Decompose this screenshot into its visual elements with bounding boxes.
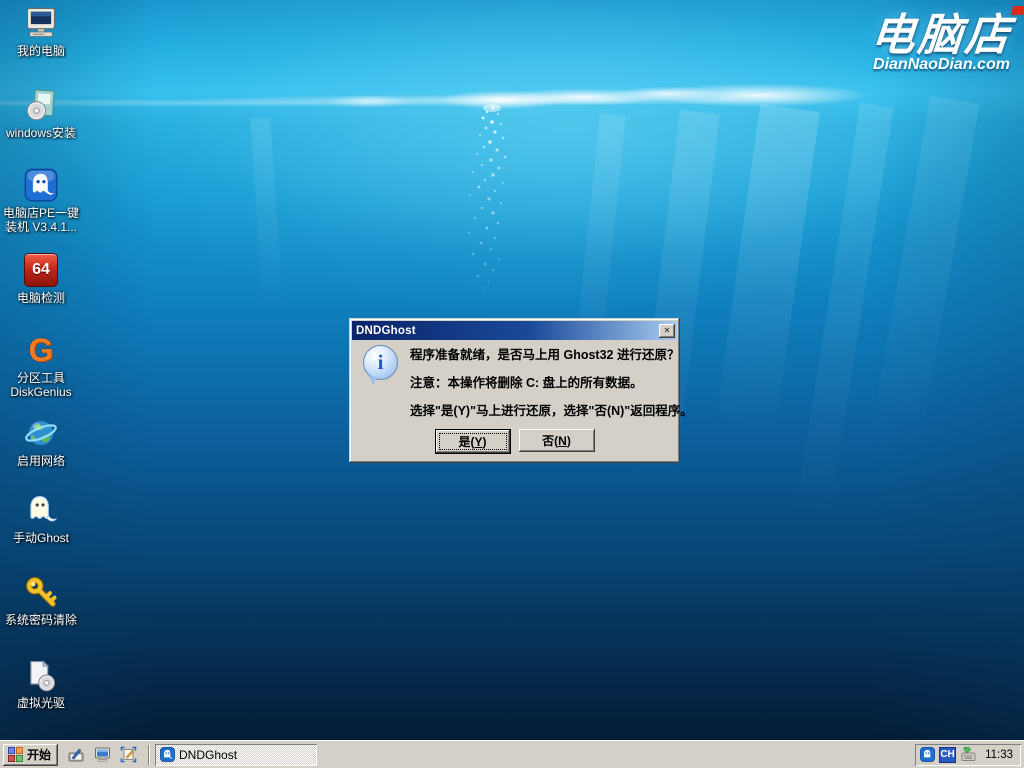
orange-g-icon: G xyxy=(22,331,60,369)
badge-64-text: 64 xyxy=(32,261,50,279)
yes-label-pre: 是( xyxy=(458,433,474,450)
desktop-icon-password-clear[interactable]: 系统密码清除 xyxy=(2,573,80,627)
no-mnemonic: N xyxy=(558,434,567,448)
start-label: 开始 xyxy=(27,746,51,763)
bubble-stream xyxy=(435,102,555,292)
dialog-buttons: 是(Y) 否(N) xyxy=(349,429,680,454)
desktop-icon-pe-installer[interactable]: 电脑店PE一键 装机 V3.4.1... xyxy=(2,166,80,234)
blue-ghost-app-icon xyxy=(22,166,60,204)
desktop-icon-windows-setup[interactable]: windows安装 xyxy=(2,86,80,140)
desktop-icon-virtual-cdrom[interactable]: 虚拟光驱 xyxy=(2,656,80,710)
system-tray: CH 11:33 xyxy=(915,744,1021,766)
start-button[interactable]: 开始 xyxy=(3,744,58,766)
my-computer-icon xyxy=(22,4,60,42)
show-desktop-icon[interactable] xyxy=(66,745,86,765)
dialog-message-line2: 注意：本操作将删除 C: 盘上的所有数据。 xyxy=(410,372,672,400)
ime-keyboard-icon[interactable] xyxy=(960,747,977,762)
no-label-pre: 否( xyxy=(542,432,558,449)
desktop-theme-icon[interactable] xyxy=(118,745,138,765)
logo-flag-mark xyxy=(1011,6,1024,15)
yes-mnemonic: Y xyxy=(474,435,482,449)
red-64-badge-icon: 64 xyxy=(22,251,60,289)
gold-key-icon xyxy=(22,573,60,611)
desktop-icon-manual-ghost[interactable]: 手动Ghost xyxy=(2,491,80,545)
desktop-icon-label: 手动Ghost xyxy=(2,531,80,545)
desktop-icon-my-computer[interactable]: 我的电脑 xyxy=(2,4,80,58)
dialog-titlebar[interactable]: DNDGhost ✕ xyxy=(352,321,677,340)
dndghost-dialog: DNDGhost ✕ i 程序准备就绪，是否马上用 Ghost32 进行还原？ … xyxy=(349,318,680,463)
start-grid-icon xyxy=(8,747,23,762)
close-button[interactable]: ✕ xyxy=(659,324,675,338)
desktop-icon-label-line2: 装机 V3.4.1... xyxy=(2,220,80,234)
tray-clock[interactable]: 11:33 xyxy=(985,749,1013,761)
desktop-icon-label: windows安装 xyxy=(2,126,80,140)
yes-button[interactable]: 是(Y) xyxy=(435,429,511,454)
taskbar: 开始 xyxy=(0,740,1024,768)
desktop-icon-label: 系统密码清除 xyxy=(2,613,80,627)
g-glyph: G xyxy=(29,333,54,367)
software-box-cd-icon xyxy=(22,86,60,124)
taskbar-separator xyxy=(148,745,149,765)
network-globe-icon xyxy=(22,414,60,452)
ghost-tray-icon[interactable] xyxy=(920,747,935,762)
logo-title: 电脑店 xyxy=(869,14,1014,58)
close-icon: ✕ xyxy=(664,326,671,335)
display-icon[interactable] xyxy=(92,745,112,765)
taskbar-task-dndghost[interactable]: DNDGhost xyxy=(155,744,317,766)
desktop-icon-enable-network[interactable]: 启用网络 xyxy=(2,414,80,468)
dialog-title: DNDGhost xyxy=(356,325,659,337)
document-cd-icon xyxy=(22,656,60,694)
blue-ghost-app-icon xyxy=(160,747,175,762)
quick-launch xyxy=(62,745,142,765)
ime-language-badge[interactable]: CH xyxy=(939,747,956,763)
desktop-icon-label: 启用网络 xyxy=(2,454,80,468)
yes-label-post: ) xyxy=(483,435,487,449)
info-glyph: i xyxy=(378,350,384,375)
info-icon: i xyxy=(363,345,398,380)
white-ghost-icon xyxy=(22,491,60,529)
desktop-icon-label: 我的电脑 xyxy=(2,44,80,58)
diannaodian-logo: 电脑店 DianNaoDian.com xyxy=(871,14,1012,74)
desktop-icon-label-line2: DiskGenius xyxy=(2,385,80,399)
desktop-screen: 电脑店 DianNaoDian.com 我的电脑 xyxy=(0,0,1024,768)
desktop-icon-label: 电脑店PE一键 xyxy=(2,206,80,220)
desktop-icon-label: 虚拟光驱 xyxy=(2,696,80,710)
no-button[interactable]: 否(N) xyxy=(519,429,595,452)
desktop-icon-pc-check[interactable]: 64 电脑检测 xyxy=(2,251,80,305)
desktop-icon-diskgenius[interactable]: G 分区工具 DiskGenius xyxy=(2,331,80,399)
dialog-message-line3: 选择"是(Y)"马上进行还原，选择"否(N)"返回程序。 xyxy=(410,400,672,428)
dialog-message: 程序准备就绪，是否马上用 Ghost32 进行还原？ 注意：本操作将删除 C: … xyxy=(410,344,672,428)
task-label: DNDGhost xyxy=(179,748,237,762)
desktop-icon-label: 电脑检测 xyxy=(2,291,80,305)
no-label-post: ) xyxy=(567,434,571,448)
dialog-message-line1: 程序准备就绪，是否马上用 Ghost32 进行还原？ xyxy=(410,344,672,372)
desktop-icon-label: 分区工具 xyxy=(2,371,80,385)
